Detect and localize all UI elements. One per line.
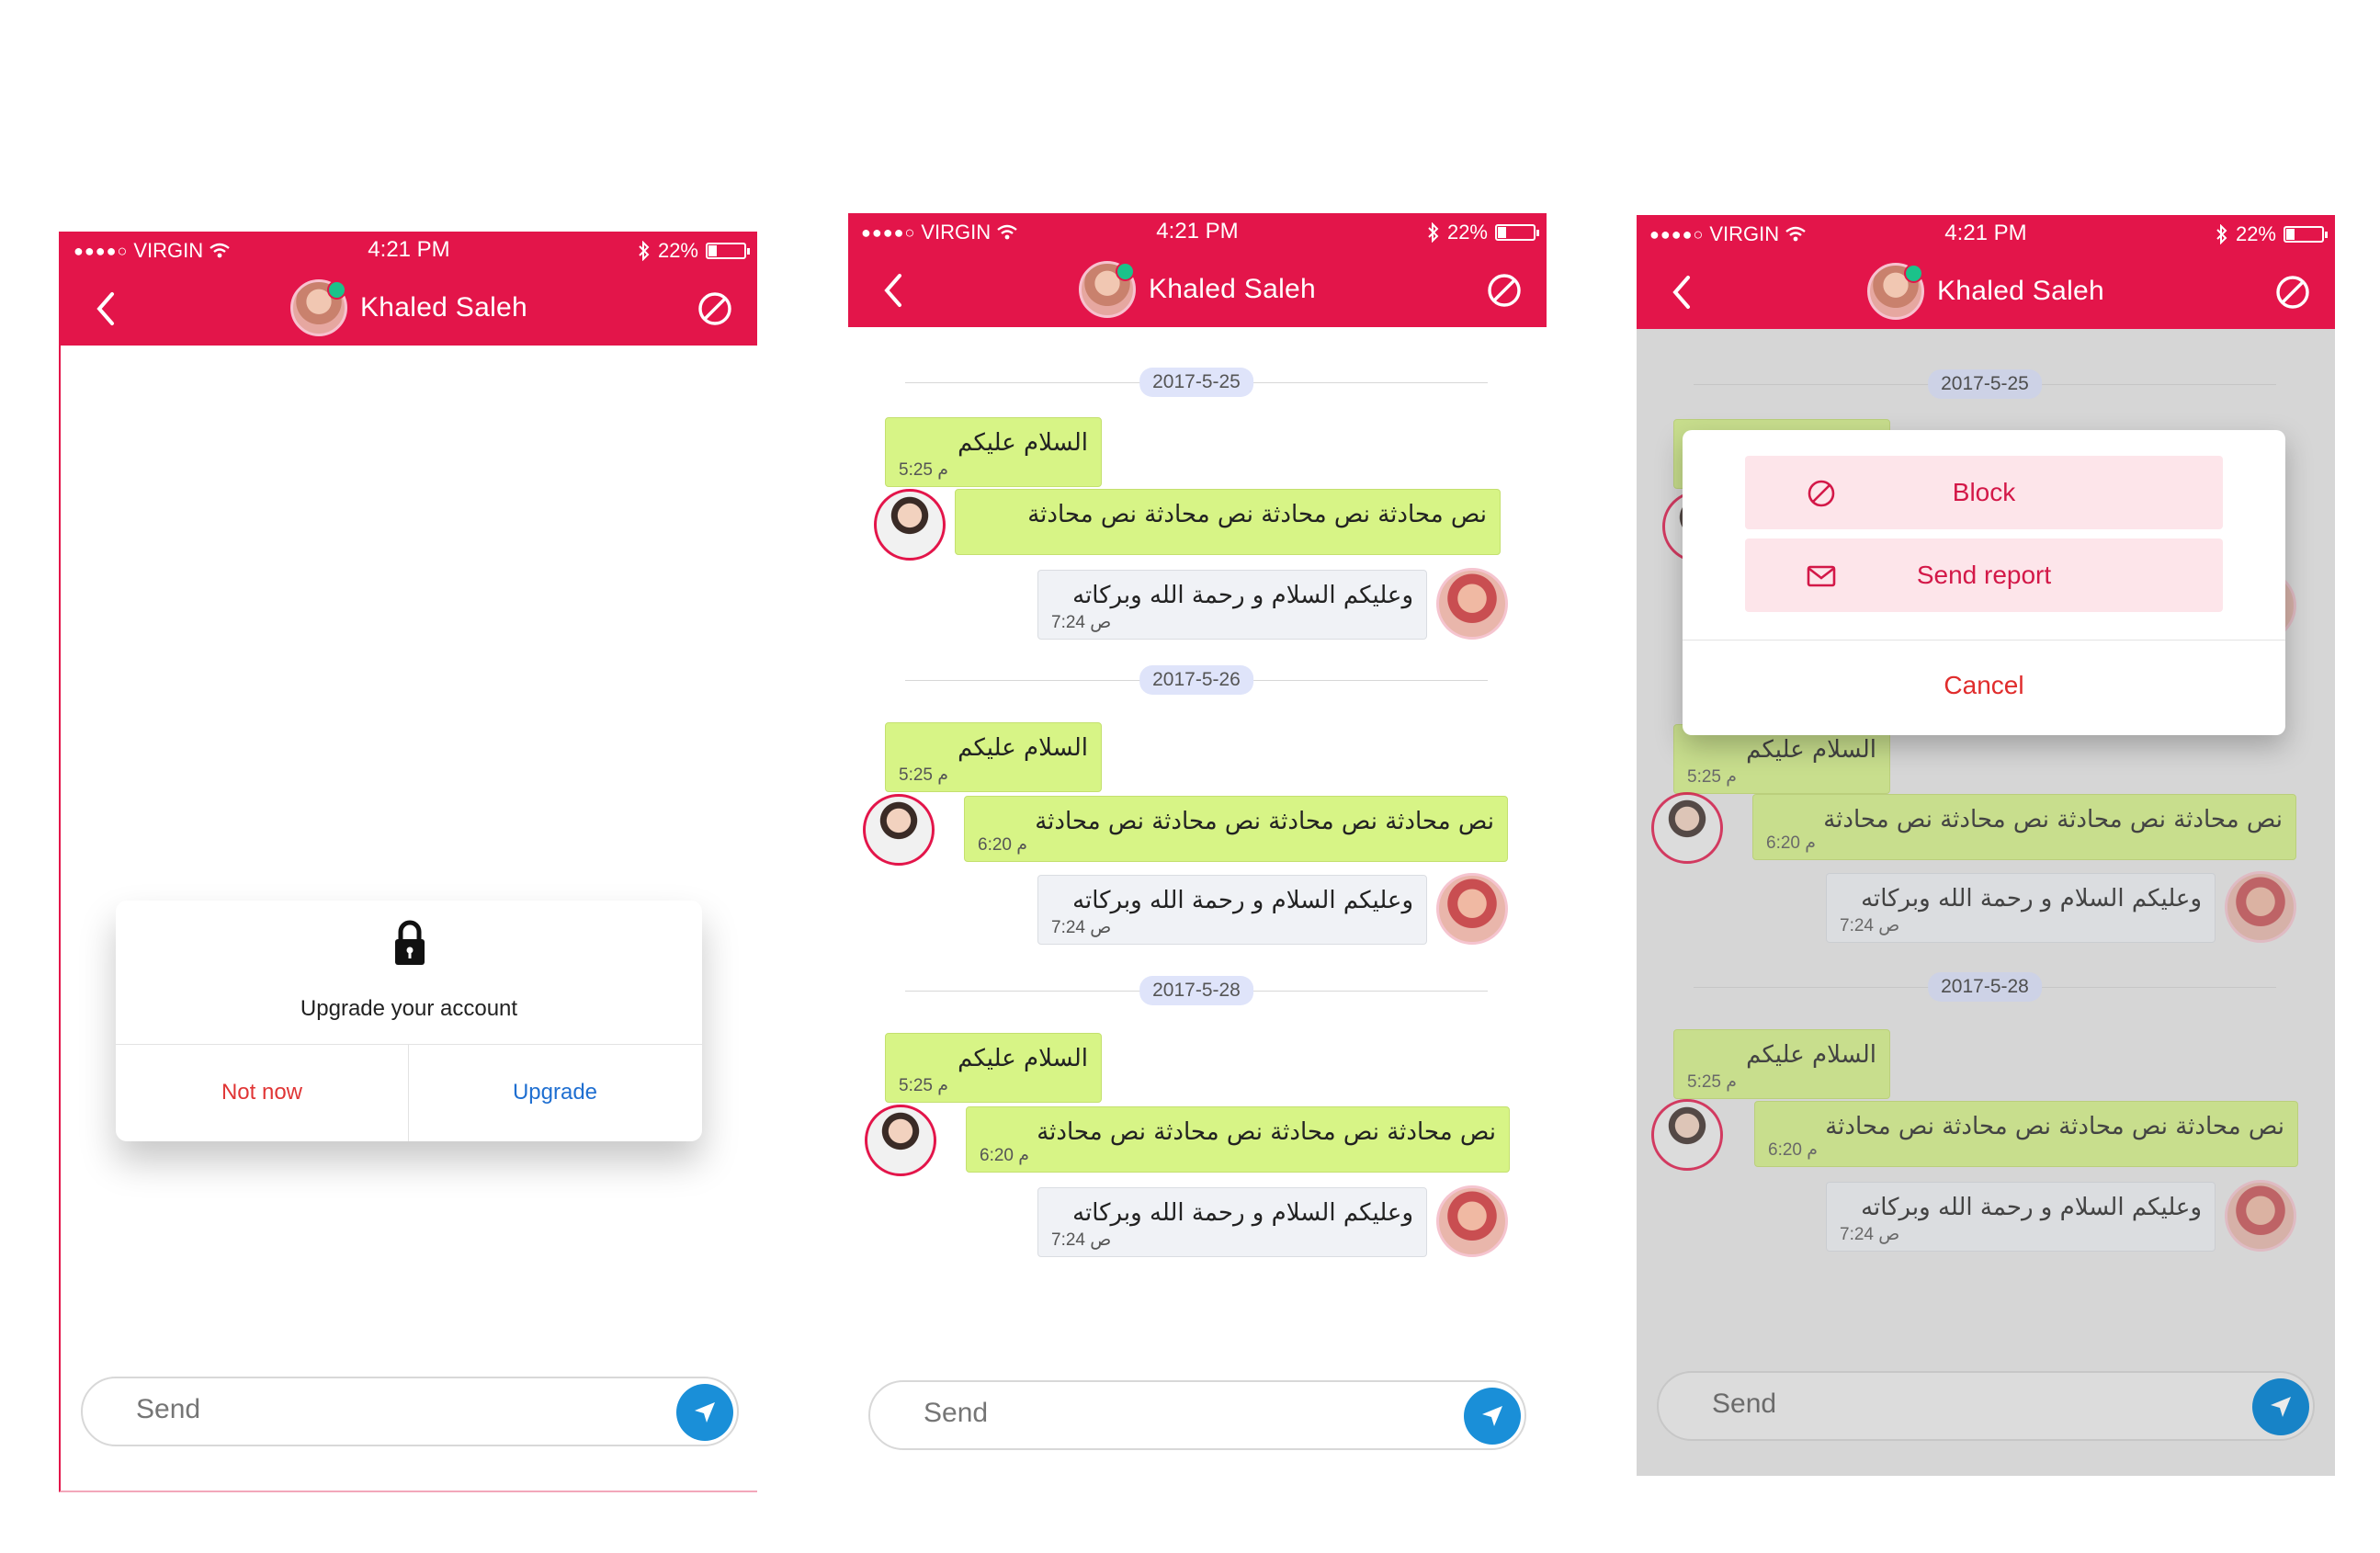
chat-header: ●●●●○ VIRGIN 4:21 PM 22% Khaled Saleh (1637, 215, 2335, 329)
contact-name[interactable]: Khaled Saleh (1149, 274, 1316, 305)
bluetooth-icon (1428, 222, 1439, 243)
message-time: 7:24 ص (1051, 613, 1112, 632)
send-arrow-icon (695, 1402, 715, 1423)
status-bar: ●●●●○ VIRGIN 4:21 PM 22% (1637, 215, 2335, 255)
sender-avatar[interactable] (865, 1105, 936, 1176)
message-input[interactable] (922, 1397, 1385, 1430)
chat-header: ●●●●○ VIRGIN 4:21 PM 22% Khaled Saleh (61, 232, 757, 346)
send-report-label: Send report (1916, 561, 2052, 589)
message-time: 7:24 ص (1051, 1230, 1112, 1250)
message-input[interactable] (134, 1393, 597, 1426)
battery-percent: 22% (657, 239, 698, 262)
date-pill: 2017-5-28 (1139, 976, 1253, 1005)
message-bubble[interactable]: نص محادثة نص محادثة نص محادثة نص محادثة 6… (966, 1106, 1510, 1173)
bluetooth-icon (639, 241, 650, 261)
message-time: 5:25 م (899, 765, 949, 785)
block-action[interactable]: Block (1745, 456, 2223, 529)
online-indicator (1115, 262, 1135, 281)
status-bar: ●●●●○ VIRGIN 4:21 PM 22% (848, 213, 1547, 254)
message-time: 5:25 م (899, 1076, 949, 1095)
message-bubble[interactable]: السلام عليكم 5:25 م (885, 1033, 1102, 1103)
date-pill: 2017-5-25 (1139, 368, 1253, 397)
message-bubble[interactable]: السلام عليكم 5:25 م (885, 417, 1102, 487)
upgrade-button[interactable]: Upgrade (409, 1044, 701, 1141)
message-time: 7:24 ص (1051, 918, 1112, 937)
message-bubble[interactable]: نص محادثة نص محادثة نص محادثة نص محادثة (955, 489, 1501, 555)
contact-avatar[interactable] (1866, 263, 1924, 320)
phone-action-sheet-screen: ●●●●○ VIRGIN 4:21 PM 22% Khaled Saleh 201… (1637, 215, 2335, 1476)
message-time: 6:20 م (980, 1146, 1030, 1165)
message-bubble[interactable]: وعليكم السلام و رحمة الله وبركاته 7:24 ص (1037, 570, 1427, 640)
message-text: وعليكم السلام و رحمة الله وبركاته (1072, 887, 1413, 914)
date-divider: 2017-5-26 (905, 662, 1488, 698)
message-text: وعليكم السلام و رحمة الله وبركاته (1072, 1199, 1413, 1227)
block-icon[interactable] (697, 290, 733, 327)
send-arrow-icon (1482, 1406, 1502, 1426)
battery-icon (2284, 226, 2328, 243)
message-text: نص محادثة نص محادثة نص محادثة نص محادثة (1035, 808, 1494, 835)
contact-avatar[interactable] (1436, 568, 1508, 640)
phone-chat-screen: ●●●●○ VIRGIN 4:21 PM 22% Khaled Saleh 201… (848, 213, 1547, 1474)
send-button[interactable] (1464, 1388, 1521, 1445)
status-bar: ●●●●○ VIRGIN 4:21 PM 22% (61, 232, 757, 272)
chat-header: ●●●●○ VIRGIN 4:21 PM 22% Khaled Saleh (848, 213, 1547, 327)
battery-percent: 22% (2235, 222, 2276, 245)
cancel-button[interactable]: Cancel (1683, 671, 2285, 700)
lock-icon (395, 920, 425, 965)
bluetooth-icon (2216, 224, 2227, 244)
upgrade-title: Upgrade your account (300, 996, 518, 1021)
online-indicator (1903, 264, 1923, 283)
contact-avatar[interactable] (1078, 261, 1136, 318)
message-bubble[interactable]: السلام عليكم 5:25 م (885, 722, 1102, 792)
message-input-bar (868, 1380, 1526, 1450)
sender-avatar[interactable] (863, 794, 935, 866)
date-pill: 2017-5-26 (1139, 665, 1253, 695)
contact-avatar[interactable] (1436, 1185, 1508, 1257)
message-text: نص محادثة نص محادثة نص محادثة نص محادثة (1027, 501, 1487, 528)
sender-avatar[interactable] (874, 489, 946, 561)
message-bubble[interactable]: وعليكم السلام و رحمة الله وبركاته 7:24 ص (1037, 1187, 1427, 1257)
message-bubble[interactable]: وعليكم السلام و رحمة الله وبركاته 7:24 ص (1037, 875, 1427, 945)
block-icon[interactable] (2274, 274, 2311, 311)
message-text: نص محادثة نص محادثة نص محادثة نص محادثة (1037, 1118, 1496, 1146)
block-icon[interactable] (1486, 272, 1523, 309)
battery-icon (706, 243, 750, 259)
block-label: Block (1952, 478, 2016, 506)
date-divider: 2017-5-28 (905, 972, 1488, 1009)
message-text: السلام عليكم (958, 429, 1088, 457)
send-report-action[interactable]: Send report (1745, 538, 2223, 612)
message-time: 6:20 م (978, 835, 1028, 855)
message-input-bar (81, 1377, 739, 1446)
message-time: 5:25 م (899, 460, 949, 480)
not-now-button[interactable]: Not now (116, 1044, 408, 1141)
phone-upgrade-screen: ●●●●○ VIRGIN 4:21 PM 22% Khaled Saleh Upg… (59, 232, 757, 1492)
contact-avatar[interactable] (1436, 873, 1508, 945)
contact-name[interactable]: Khaled Saleh (1937, 276, 2104, 307)
battery-icon (1495, 224, 1539, 241)
battery-percent: 22% (1446, 221, 1488, 244)
action-sheet: Block Send report Cancel (1683, 430, 2285, 735)
date-divider: 2017-5-25 (905, 364, 1488, 401)
message-text: السلام عليكم (958, 1045, 1088, 1072)
upgrade-dialog: Upgrade your account Not now Upgrade (116, 901, 702, 1141)
message-text: وعليكم السلام و رحمة الله وبركاته (1072, 582, 1413, 609)
message-bubble[interactable]: نص محادثة نص محادثة نص محادثة نص محادثة 6… (964, 796, 1508, 862)
contact-name[interactable]: Khaled Saleh (360, 292, 527, 323)
message-text: السلام عليكم (958, 734, 1088, 762)
online-indicator (326, 280, 346, 300)
contact-avatar[interactable] (289, 279, 347, 336)
send-button[interactable] (676, 1384, 733, 1441)
